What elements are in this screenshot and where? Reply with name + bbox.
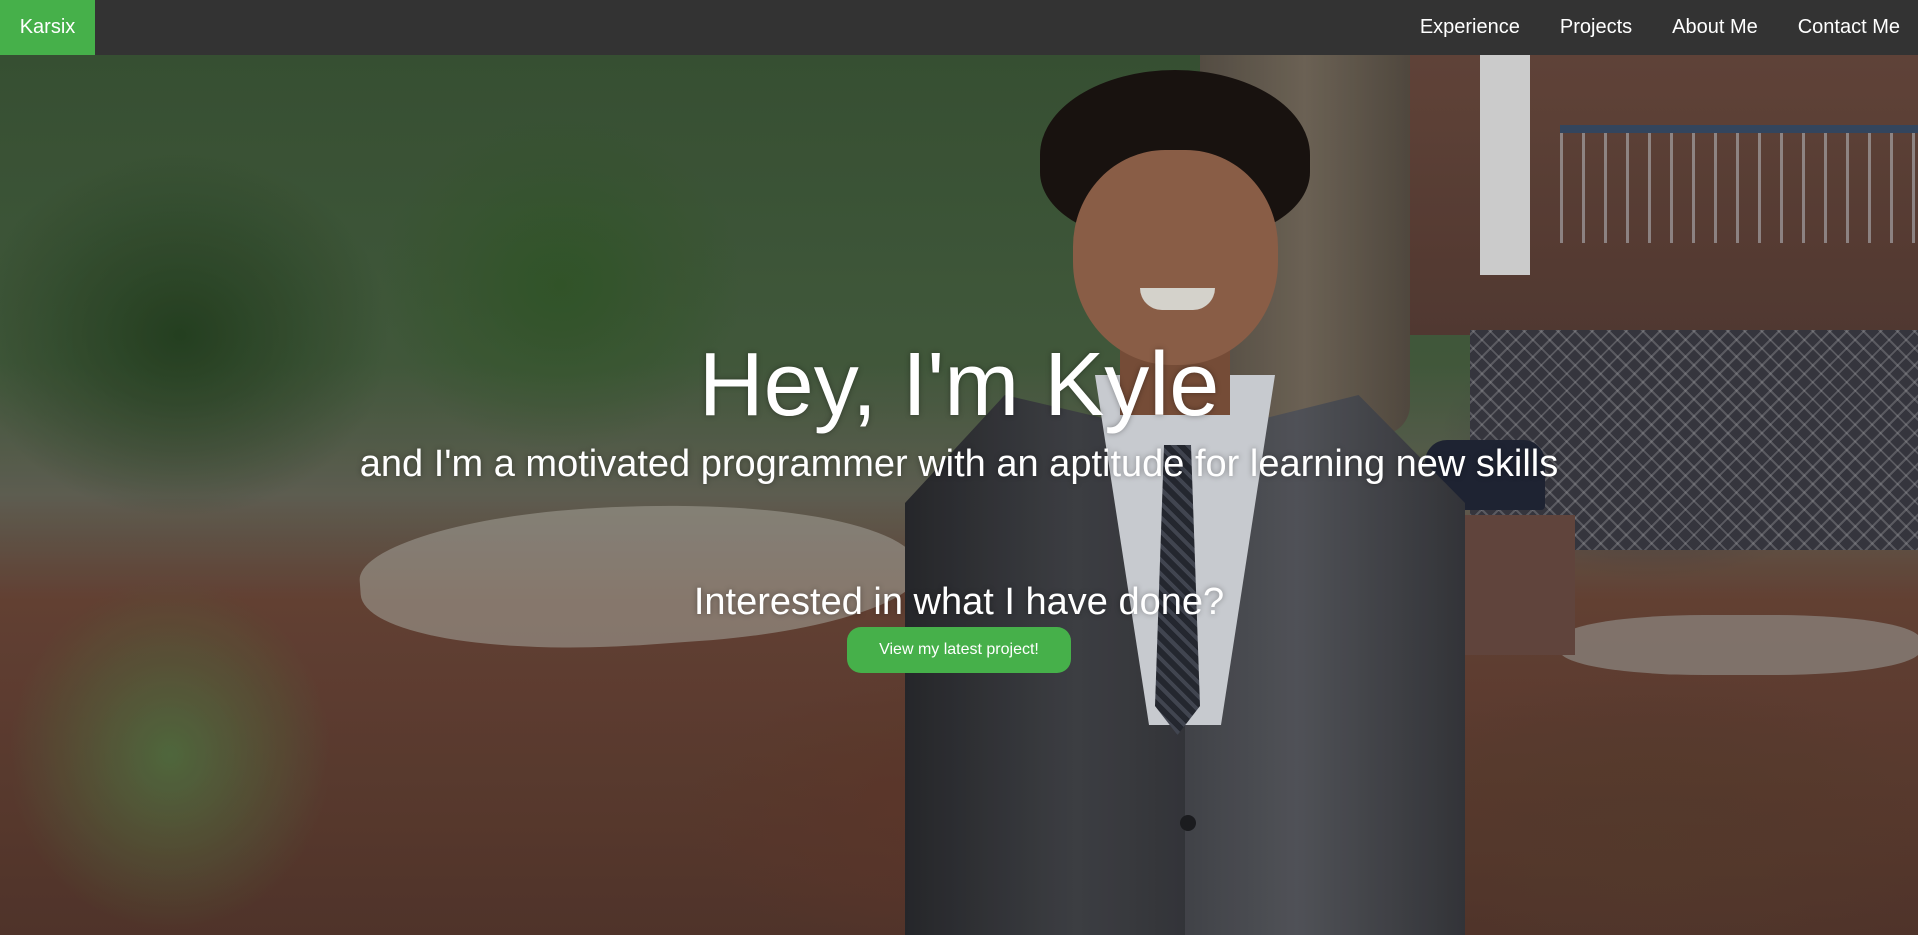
- nav-link-experience[interactable]: Experience: [1400, 16, 1540, 39]
- nav-link-about-me[interactable]: About Me: [1652, 16, 1778, 39]
- nav-link-contact-me[interactable]: Contact Me: [1778, 16, 1918, 39]
- brand-logo-link[interactable]: Karsix: [0, 0, 95, 55]
- nav-link-projects[interactable]: Projects: [1540, 16, 1652, 39]
- nav-links: Experience Projects About Me Contact Me: [1400, 0, 1918, 55]
- hero-headline: Hey, I'm Kyle: [698, 335, 1220, 435]
- hero-tagline: and I'm a motivated programmer with an a…: [359, 443, 1559, 485]
- cta-prompt: Interested in what I have done?: [693, 581, 1225, 623]
- view-latest-project-button[interactable]: View my latest project!: [847, 627, 1071, 673]
- hero-text-overlay: Hey, I'm Kyle and I'm a motivated progra…: [0, 55, 1918, 935]
- top-navbar: Karsix Experience Projects About Me Cont…: [0, 0, 1918, 55]
- hero-section: Hey, I'm Kyle and I'm a motivated progra…: [0, 55, 1918, 935]
